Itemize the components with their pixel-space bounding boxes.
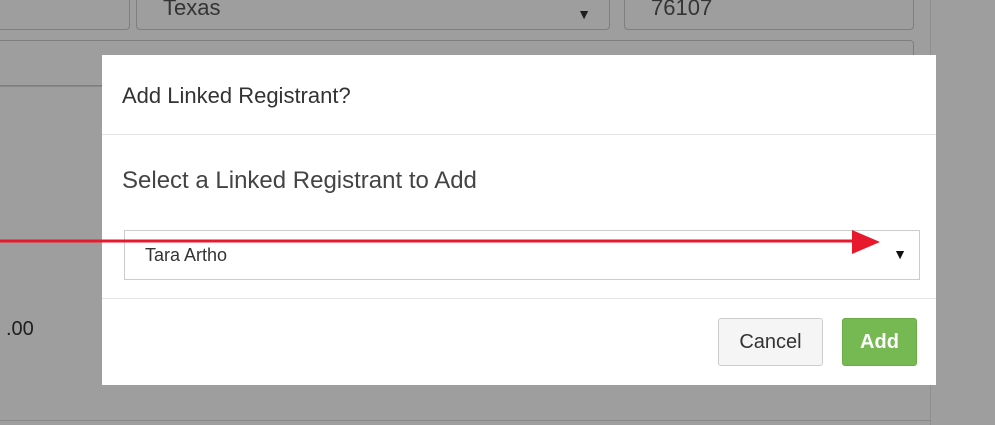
- linked-registrant-selected-value: Tara Artho: [145, 245, 228, 265]
- chevron-down-icon: ▼: [893, 246, 907, 262]
- dialog-footer: Cancel Add: [102, 299, 936, 383]
- dialog-prompt: Select a Linked Registrant to Add: [122, 167, 477, 194]
- linked-registrant-select[interactable]: Tara Artho ▼: [124, 230, 920, 280]
- page: Texas ▼ 76107 .00 Add Linked Registrant?…: [0, 0, 995, 425]
- add-button[interactable]: Add: [842, 318, 917, 366]
- dialog-title: Add Linked Registrant?: [122, 83, 351, 108]
- cancel-button[interactable]: Cancel: [718, 318, 823, 366]
- dialog-header: Add Linked Registrant?: [102, 55, 936, 135]
- dialog-body: Select a Linked Registrant to Add Tara A…: [102, 135, 936, 299]
- add-linked-registrant-dialog: Add Linked Registrant? Select a Linked R…: [102, 55, 936, 385]
